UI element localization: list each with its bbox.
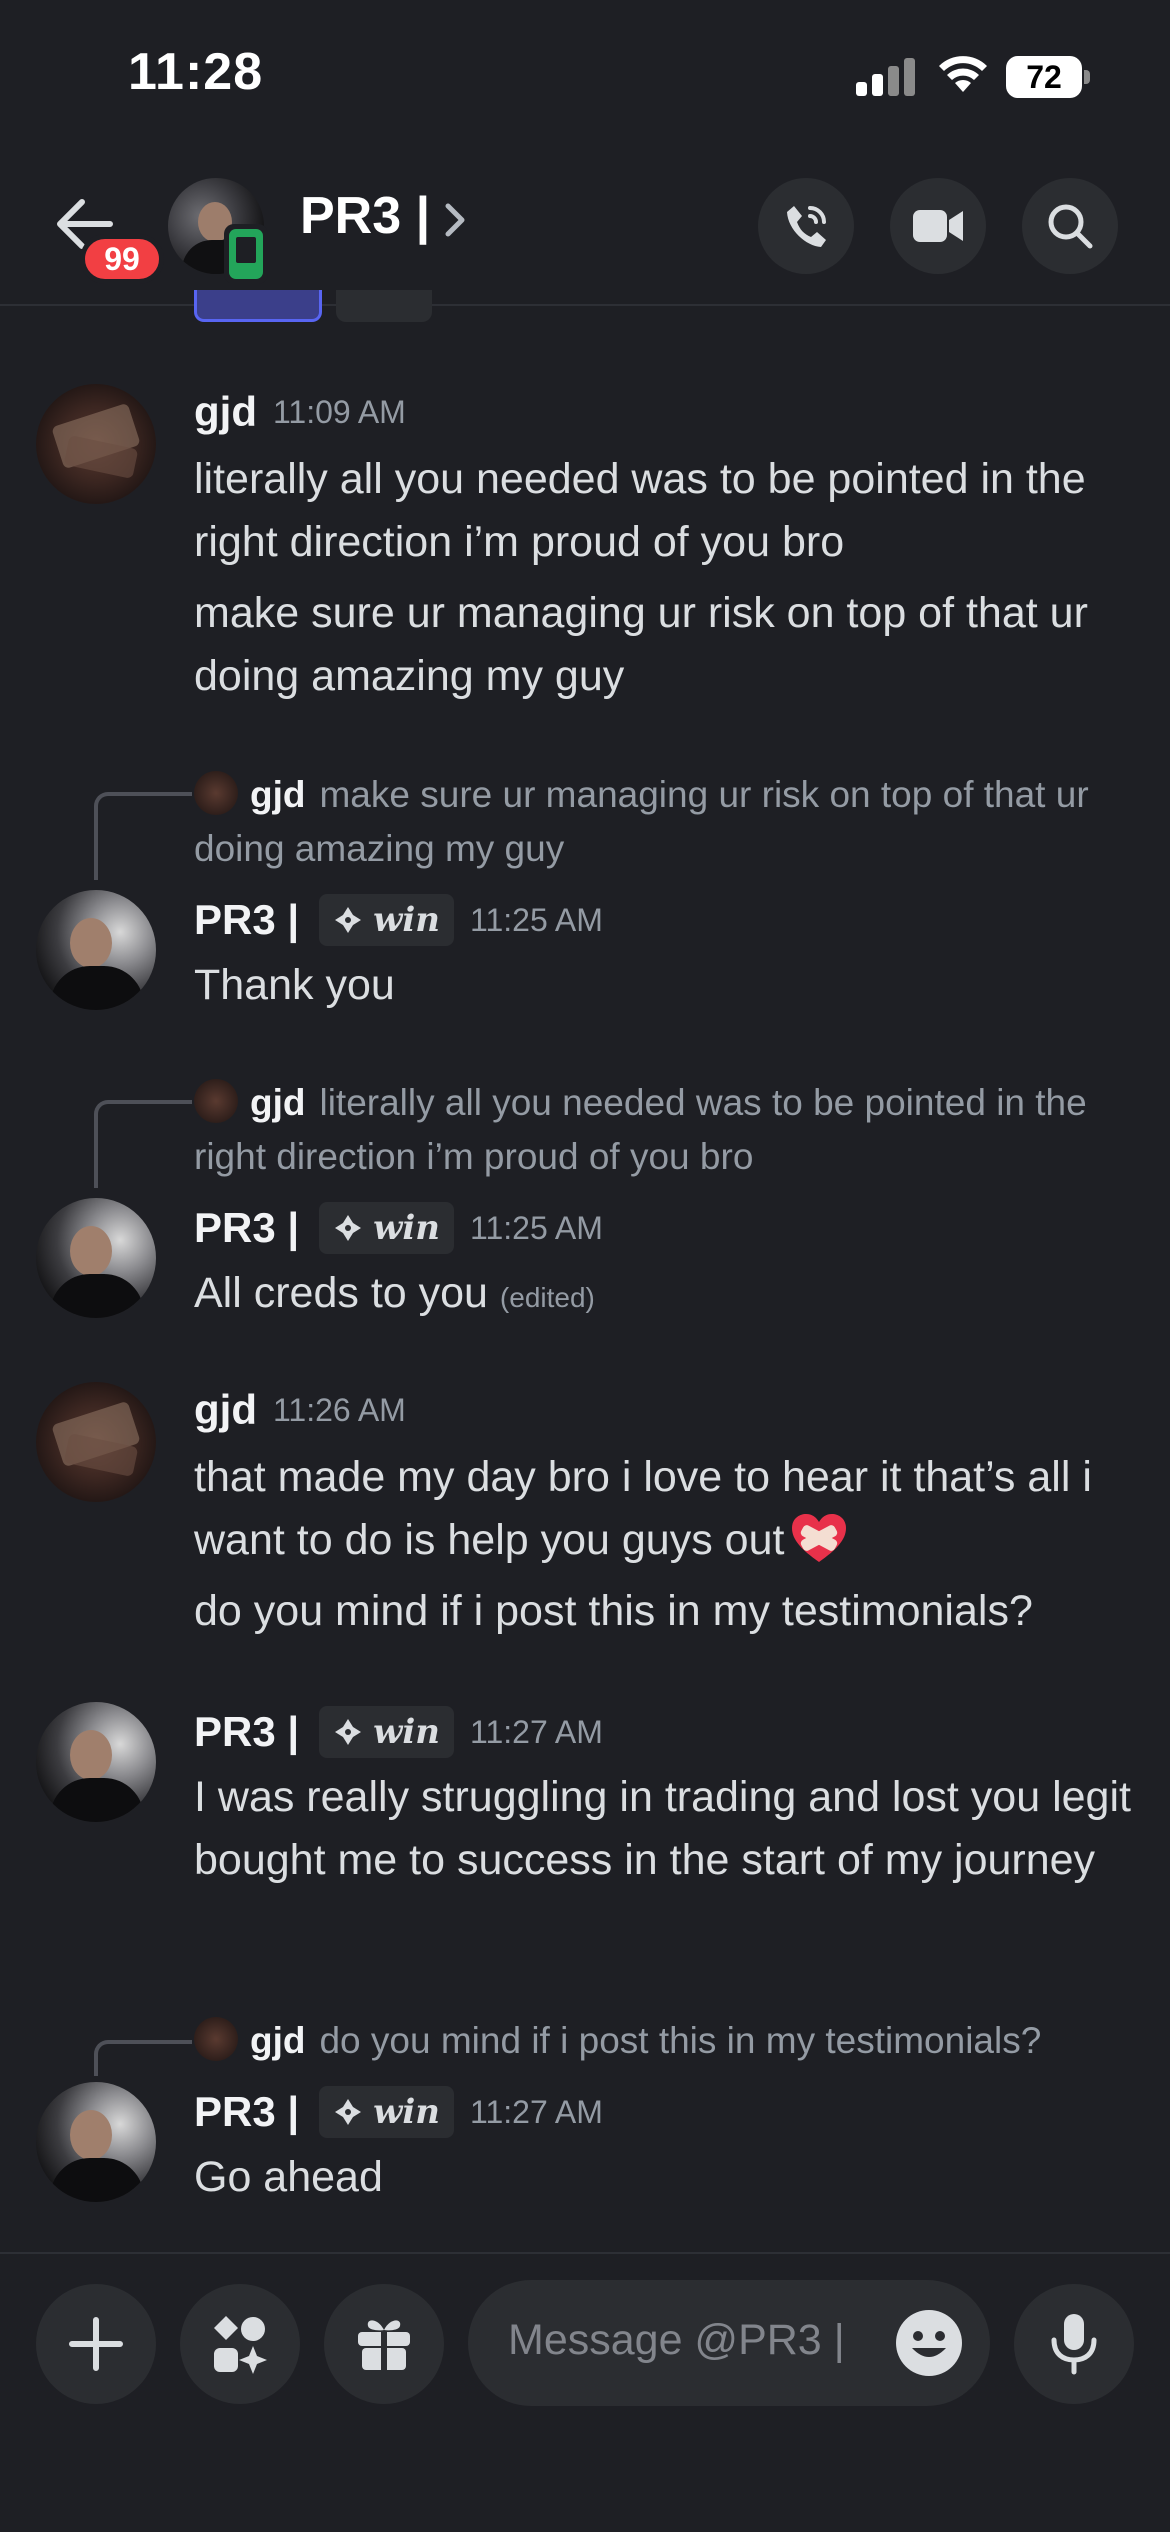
heart-with-bandage-emoji [792,1514,847,1562]
message-text: Thank you [194,961,395,1009]
message-author[interactable]: PR3 | [194,1708,299,1756]
message-text: make sure ur managing ur risk on top of … [194,589,1088,700]
server-tag-label: win [373,900,441,940]
reply-preview[interactable]: gjd do you mind if i post this in my test… [194,2014,1134,2068]
gift-icon [358,2320,410,2370]
message-text: do you mind if i post this in my testimo… [194,1587,1033,1635]
server-tag-label: win [373,1712,441,1752]
avatar[interactable] [36,1382,156,1502]
server-tag[interactable]: win [319,1202,455,1254]
status-time: 11:28 [128,43,264,101]
avatar[interactable] [36,890,156,1010]
search-icon [1048,204,1093,249]
message-input[interactable]: Message @PR3 | [468,2280,990,2406]
message-timestamp: 11:27 AM [470,1713,603,1750]
avatar[interactable] [36,1702,156,1822]
mobile-online-icon [224,224,268,284]
server-tag-label: win [373,2092,441,2132]
reaction-pills-partial [194,290,444,324]
message-text: Go ahead [194,2153,383,2201]
voice-call-button[interactable] [758,178,854,274]
plus-icon [69,2317,123,2371]
wifi-icon [938,54,988,94]
message-text: literally all you needed was to be point… [194,455,1086,566]
message-timestamp: 11:09 AM [272,393,406,430]
search-button[interactable] [1022,178,1118,274]
message-text: I was really struggling in trading and l… [194,1773,1131,1884]
message-input-placeholder: Message @PR3 | [508,2316,845,2364]
reaction-pill[interactable] [194,290,322,322]
reply-avatar [194,771,238,815]
reaction-pill[interactable] [336,290,432,322]
reply-avatar [194,1079,238,1123]
chevron-right-icon[interactable] [440,200,470,240]
message-text-content: All creds to you [194,1269,488,1317]
message-timestamp: 11:25 AM [470,1209,603,1246]
voice-message-button[interactable] [1014,2284,1134,2404]
avatar[interactable] [36,1198,156,1318]
reply-author: gjd [250,1082,306,1123]
message-author[interactable]: PR3 | [194,2088,299,2136]
message-text-content: that made my day bro i love to hear it t… [194,1453,1092,1564]
reply-connector [94,792,192,880]
server-tag[interactable]: win [319,2086,455,2138]
add-attachment-button[interactable] [36,2284,156,2404]
diamond-icon [335,907,362,933]
reply-connector [94,1100,192,1188]
emoji-button[interactable] [892,2306,966,2380]
message-text: that made my day bro i love to hear it t… [194,1446,1144,1572]
reply-avatar [194,2017,238,2061]
battery-level: 72 [1006,56,1082,98]
message-timestamp: 11:25 AM [470,901,603,938]
smiley-icon [896,2310,962,2376]
message-timestamp: 11:26 AM [272,1391,406,1428]
channel-title[interactable]: PR3 | [300,186,430,246]
phone-call-icon [787,206,826,247]
diamond-icon [335,1215,362,1241]
reply-preview[interactable]: gjd literally all you needed was to be po… [194,1076,1134,1184]
apps-icon [214,2316,267,2374]
apps-button[interactable] [180,2284,300,2404]
reply-author: gjd [250,774,306,815]
message-composer: Message @PR3 | [0,2252,1170,2532]
video-camera-icon [913,210,963,242]
gift-button[interactable] [324,2284,444,2404]
message-text: All creds to you (edited) [194,1262,1144,1329]
message-timestamp: 11:27 AM [470,2093,603,2130]
avatar[interactable] [36,2082,156,2202]
message-author[interactable]: PR3 | [194,1204,299,1252]
message-author[interactable]: PR3 | [194,896,299,944]
status-bar: 11:28 72 [0,0,1170,150]
message-author[interactable]: gjd [194,1386,257,1434]
reply-text: make sure ur managing ur risk on top of … [194,774,1089,869]
video-call-button[interactable] [890,178,986,274]
server-tag[interactable]: win [319,894,455,946]
message-author[interactable]: gjd [194,388,257,436]
server-tag[interactable]: win [319,1706,455,1758]
server-tag-label: win [373,1208,441,1248]
reply-author: gjd [250,2020,306,2061]
diamond-icon [335,2099,362,2125]
unread-badge: 99 [80,234,164,284]
microphone-icon [1051,2314,1097,2375]
battery-icon: 72 [1006,56,1090,98]
channel-header: 99 PR3 | [0,150,1170,306]
edited-label: (edited) [499,1282,595,1313]
reply-preview[interactable]: gjd make sure ur managing ur risk on top … [194,768,1134,876]
reply-text: literally all you needed was to be point… [194,1082,1087,1177]
reply-text: do you mind if i post this in my testimo… [319,2020,1042,2061]
avatar[interactable] [36,384,156,504]
cellular-signal-icon [856,58,916,96]
reply-connector [94,2040,192,2076]
diamond-icon [335,1719,362,1745]
